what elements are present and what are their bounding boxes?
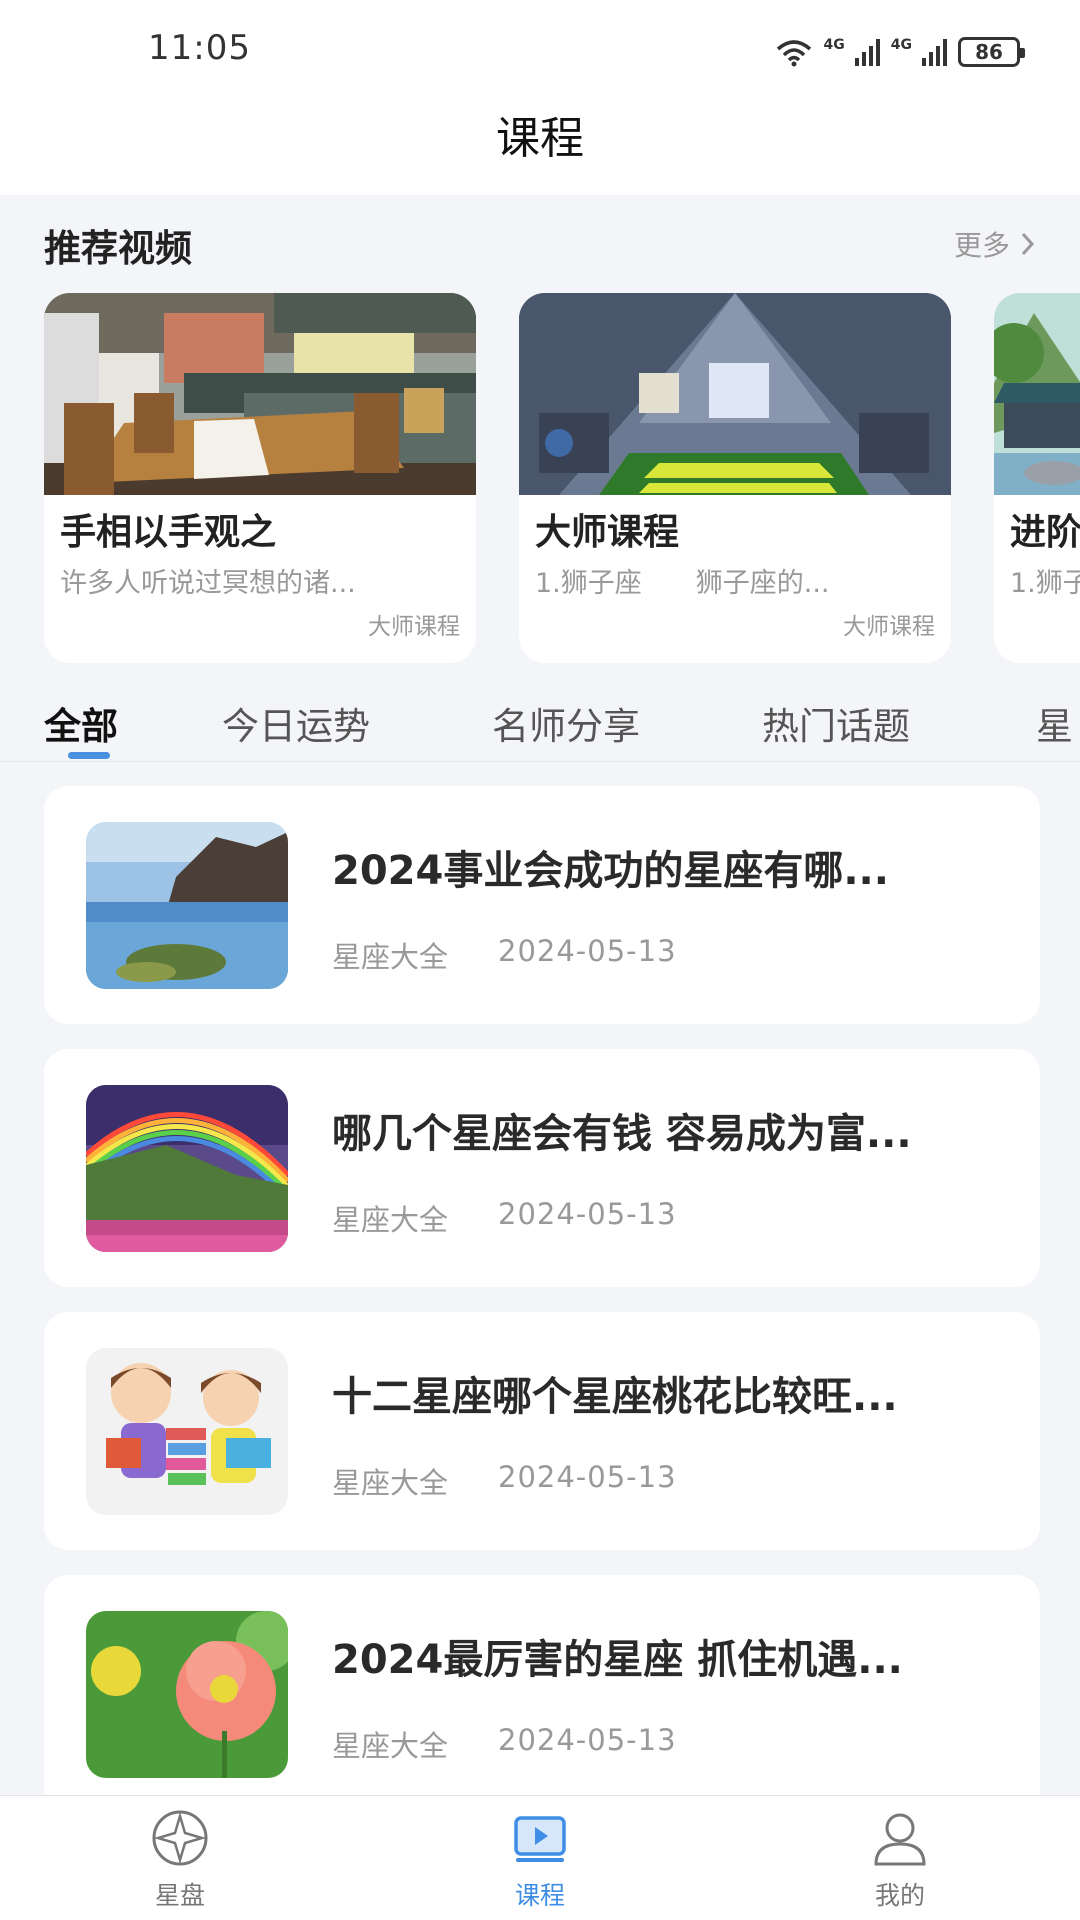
video-card[interactable]: 大师课程 1.狮子座 狮子座的... 大师课程 bbox=[519, 293, 951, 663]
video-desc: 1.狮子座 狮子座的... bbox=[535, 568, 830, 599]
video-desc: 1.狮子 bbox=[1010, 568, 1080, 599]
video-course-icon bbox=[514, 1816, 566, 1862]
video-thumbnail bbox=[994, 293, 1080, 495]
article-title: 2024事业会成功的星座有哪... bbox=[332, 848, 889, 894]
article-source: 星座大全 bbox=[332, 1729, 449, 1763]
video-thumbnail bbox=[44, 293, 476, 495]
article-title: 十二星座哪个星座桃花比较旺... bbox=[332, 1374, 898, 1420]
wifi-icon bbox=[776, 40, 811, 67]
status-icons: 4G 4G 86 bbox=[774, 32, 1025, 72]
article-thumbnail bbox=[86, 1611, 288, 1778]
tab-zodiac[interactable]: 星 bbox=[1036, 696, 1073, 750]
video-card[interactable]: 手相以手观之 许多人听说过冥想的诸... 大师课程 bbox=[44, 293, 476, 663]
section-title: 推荐视频 bbox=[44, 227, 192, 270]
bottom-nav: 星盘 课程 我的 bbox=[0, 1795, 1080, 1920]
tab-hot-topics[interactable]: 热门话题 bbox=[762, 696, 910, 750]
article-date: 2024-05-13 bbox=[498, 1723, 677, 1757]
more-label: 更多 bbox=[953, 229, 1010, 262]
article-title: 哪几个星座会有钱 容易成为富... bbox=[332, 1111, 912, 1157]
nav-item-star-chart[interactable]: 星盘 bbox=[100, 1808, 260, 1912]
page-header: 课程 bbox=[0, 100, 1080, 195]
article-source: 星座大全 bbox=[332, 1466, 449, 1500]
recommended-section-header: 推荐视频 更多 bbox=[44, 218, 1036, 270]
article-thumbnail bbox=[86, 1348, 288, 1515]
tab-master-share[interactable]: 名师分享 bbox=[492, 696, 640, 750]
video-card[interactable]: 进阶 1.狮子 bbox=[994, 293, 1080, 663]
user-icon bbox=[874, 1813, 926, 1866]
article-date: 2024-05-13 bbox=[498, 1460, 677, 1494]
video-tag: 大师课程 bbox=[368, 614, 460, 640]
video-tag: 大师课程 bbox=[843, 614, 935, 640]
active-tab-indicator bbox=[68, 752, 110, 759]
nav-label: 我的 bbox=[874, 1881, 925, 1910]
video-thumbnail bbox=[519, 293, 951, 495]
status-time: 11:05 bbox=[148, 28, 251, 68]
signal-icon-2 bbox=[922, 39, 947, 66]
video-title: 进阶 bbox=[1010, 512, 1080, 553]
page-title: 课程 bbox=[496, 113, 584, 164]
article-item[interactable]: 哪几个星座会有钱 容易成为富... 星座大全 2024-05-13 bbox=[44, 1049, 1040, 1287]
signal-icon bbox=[854, 39, 880, 66]
article-date: 2024-05-13 bbox=[498, 1197, 677, 1231]
battery-icon: 86 bbox=[958, 37, 1025, 67]
article-thumbnail bbox=[86, 1085, 288, 1252]
nav-label: 课程 bbox=[514, 1881, 565, 1910]
article-source: 星座大全 bbox=[332, 1203, 449, 1237]
tab-all[interactable]: 全部 bbox=[44, 696, 118, 750]
compass-icon bbox=[152, 1810, 208, 1866]
tab-today-fortune[interactable]: 今日运势 bbox=[222, 696, 370, 750]
article-date: 2024-05-13 bbox=[498, 934, 677, 968]
nav-item-mine[interactable]: 我的 bbox=[820, 1808, 980, 1912]
more-link[interactable]: 更多 bbox=[954, 224, 1036, 264]
status-bar: 11:05 4G 4G 86 bbox=[0, 0, 1080, 100]
nav-label: 星盘 bbox=[154, 1881, 205, 1910]
recommended-video-carousel[interactable]: 手相以手观之 许多人听说过冥想的诸... 大师课程 大师课程 1.狮子座 狮子座… bbox=[44, 293, 1080, 663]
article-source: 星座大全 bbox=[332, 940, 449, 974]
video-title: 手相以手观之 bbox=[60, 512, 277, 553]
chevron-right-icon bbox=[1021, 232, 1035, 256]
article-thumbnail bbox=[86, 822, 288, 989]
nav-item-courses[interactable]: 课程 bbox=[460, 1808, 620, 1912]
video-title: 大师课程 bbox=[535, 512, 680, 553]
video-desc: 许多人听说过冥想的诸... bbox=[60, 568, 356, 599]
network-type-1: 4G bbox=[823, 37, 845, 53]
article-item[interactable]: 2024最厉害的星座 抓住机遇... 星座大全 2024-05-13 bbox=[44, 1575, 1040, 1813]
battery-level: 86 bbox=[975, 40, 1003, 64]
article-item[interactable]: 十二星座哪个星座桃花比较旺... 星座大全 2024-05-13 bbox=[44, 1312, 1040, 1550]
article-item[interactable]: 2024事业会成功的星座有哪... 星座大全 2024-05-13 bbox=[44, 786, 1040, 1024]
category-tabs: 全部 今日运势 名师分享 热门话题 星 bbox=[0, 690, 1080, 762]
article-title: 2024最厉害的星座 抓住机遇... bbox=[332, 1637, 903, 1683]
network-type-2: 4G bbox=[890, 37, 912, 53]
